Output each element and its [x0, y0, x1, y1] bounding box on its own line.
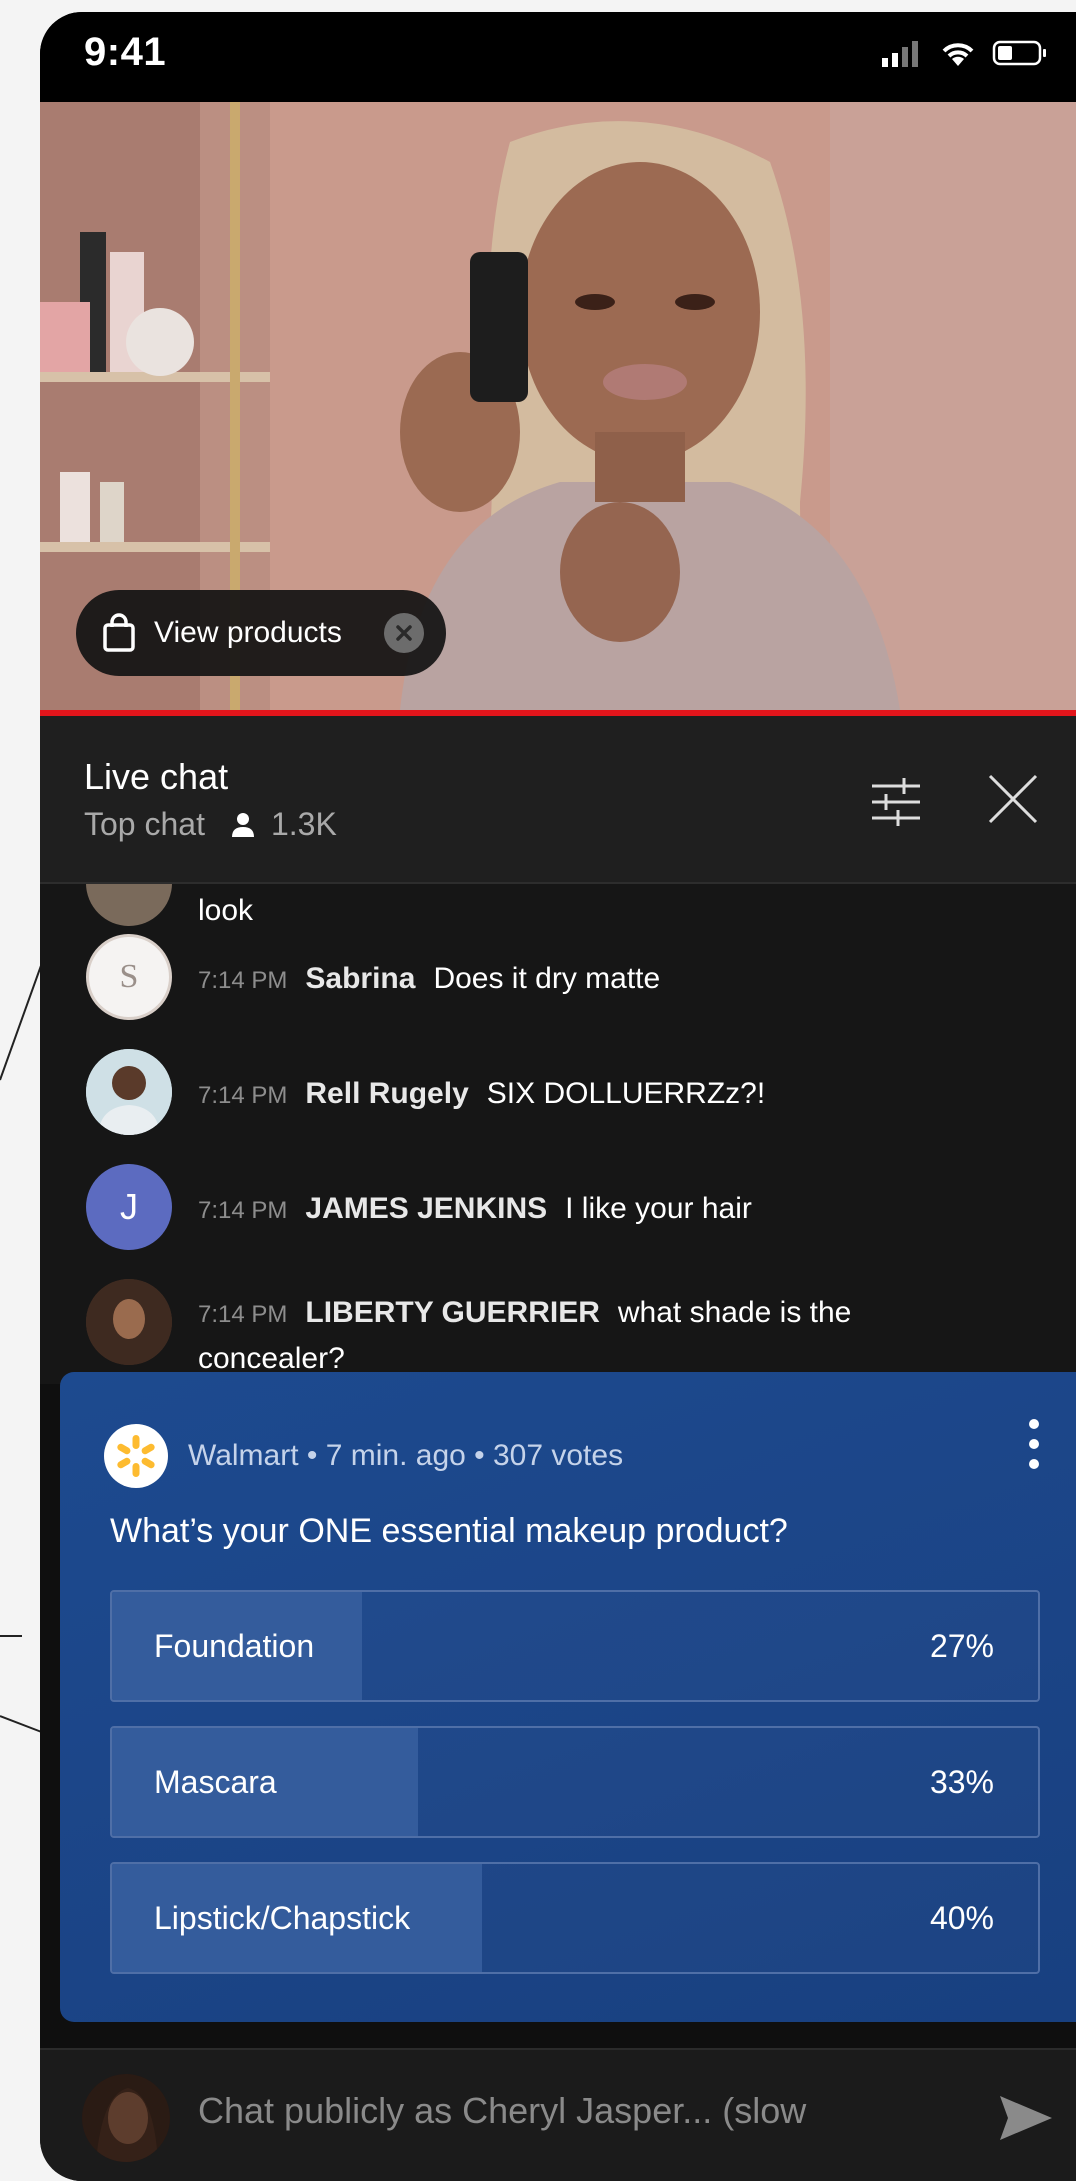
- poll-option-percent: 40%: [929, 1900, 994, 1936]
- message-author[interactable]: LIBERTY GUERRIER: [305, 1296, 599, 1329]
- poll-option-percent: 33%: [929, 1764, 994, 1800]
- signal-icon: [882, 41, 918, 67]
- chat-header: Live chat Top chat 1.3K: [40, 716, 1076, 884]
- shopping-bag-icon: [103, 613, 135, 652]
- poll-option[interactable]: Mascara 33%: [110, 1726, 1040, 1838]
- message-text: Does it dry matte: [433, 962, 661, 995]
- message-line: 7:14 PM Rell Rugely SIX DOLLUERRZz?!: [198, 1077, 765, 1111]
- screenshot-canvas: 9:41 View products Live chat Top chat 1.…: [0, 0, 1076, 2181]
- chat-message: 7:14 PM LIBERTY GUERRIER what shade is the…: [40, 1279, 1076, 1384]
- message-line: look: [198, 894, 253, 928]
- chat-message: look: [40, 884, 1076, 930]
- user-photo-icon: [82, 2074, 170, 2162]
- view-products-label: View products: [154, 616, 342, 649]
- avatar: [86, 884, 172, 926]
- poll-option-label: Lipstick/Chapstick: [154, 1900, 411, 1936]
- message-time: 7:14 PM: [198, 967, 288, 994]
- status-time: 9:41: [84, 30, 167, 74]
- message-text: I like your hair: [565, 1192, 752, 1225]
- view-products-button[interactable]: View products: [76, 590, 446, 676]
- avatar-initial: S: [119, 958, 139, 995]
- poll-option-label: Mascara: [154, 1764, 277, 1800]
- chat-title: Live chat: [84, 756, 229, 797]
- chat-mode-selector[interactable]: Top chat 1.3K: [84, 806, 337, 843]
- avatar: [86, 1279, 172, 1365]
- chat-message: S 7:14 PM Sabrina Does it dry matte: [40, 934, 1076, 1024]
- viewer-count: 1.3K: [270, 806, 337, 842]
- message-text: SIX DOLLUERRZz?!: [486, 1077, 766, 1110]
- chat-input[interactable]: Chat publicly as Cheryl Jasper... (slow: [198, 2090, 806, 2132]
- wifi-icon: [942, 43, 974, 66]
- poll-option[interactable]: Lipstick/Chapstick 40%: [110, 1862, 1040, 1974]
- chat-mode-label: Top chat: [84, 806, 205, 842]
- user-photo-icon: [86, 1049, 172, 1135]
- poll-option-percent: 27%: [929, 1628, 994, 1664]
- poll-option[interactable]: Foundation 27%: [110, 1590, 1040, 1702]
- battery-icon: [992, 40, 1046, 66]
- chat-composer: Chat publicly as Cheryl Jasper... (slow: [40, 2048, 1076, 2181]
- message-text: look: [198, 894, 254, 927]
- walmart-logo-icon: [104, 1424, 168, 1488]
- chat-message-list[interactable]: look S 7:14 PM Sabrina Does it dry matte: [40, 884, 1076, 1384]
- message-line: 7:14 PM LIBERTY GUERRIER what shade is the…: [198, 1291, 958, 1381]
- avatar: S: [86, 934, 172, 1020]
- message-time: 7:14 PM: [198, 1197, 288, 1224]
- poll-meta: Walmart • 7 min. ago • 307 votes: [188, 1439, 624, 1472]
- more-options-icon[interactable]: [1022, 1414, 1046, 1474]
- video-player[interactable]: View products: [40, 102, 1076, 710]
- avatar: J: [86, 1164, 172, 1250]
- chat-message: J 7:14 PM JAMES JENKINS I like your hair: [40, 1164, 1076, 1254]
- user-photo-icon: [86, 1279, 172, 1365]
- poll-option-label: Foundation: [154, 1628, 315, 1664]
- user-avatar: [82, 2074, 170, 2162]
- dismiss-products-button[interactable]: [383, 613, 424, 653]
- spark-icon: [117, 1435, 155, 1477]
- person-icon: [231, 812, 254, 837]
- status-icons: [880, 38, 1048, 68]
- chat-message: 7:14 PM Rell Rugely SIX DOLLUERRZz?!: [40, 1049, 1076, 1139]
- poll-card: Walmart • 7 min. ago • 307 votes What’s …: [60, 1372, 1076, 2022]
- send-icon[interactable]: [996, 2090, 1056, 2146]
- message-author[interactable]: Sabrina: [305, 962, 415, 995]
- message-time: 7:14 PM: [198, 1301, 288, 1328]
- status-bar: 9:41: [40, 12, 1076, 102]
- close-icon: [396, 625, 412, 641]
- avatar-initial: J: [120, 1186, 138, 1227]
- poll-question: What’s your ONE essential makeup product…: [110, 1512, 788, 1550]
- message-line: 7:14 PM JAMES JENKINS I like your hair: [198, 1192, 752, 1226]
- close-chat-icon[interactable]: [980, 766, 1046, 832]
- poll-header: Walmart • 7 min. ago • 307 votes: [104, 1424, 623, 1488]
- filter-settings-icon[interactable]: [866, 774, 926, 830]
- phone-screen: 9:41 View products Live chat Top chat 1.…: [40, 12, 1076, 2181]
- avatar: [86, 1049, 172, 1135]
- message-time: 7:14 PM: [198, 1082, 288, 1109]
- message-author[interactable]: Rell Rugely: [305, 1077, 468, 1110]
- message-author[interactable]: JAMES JENKINS: [305, 1192, 547, 1225]
- message-line: 7:14 PM Sabrina Does it dry matte: [198, 962, 660, 996]
